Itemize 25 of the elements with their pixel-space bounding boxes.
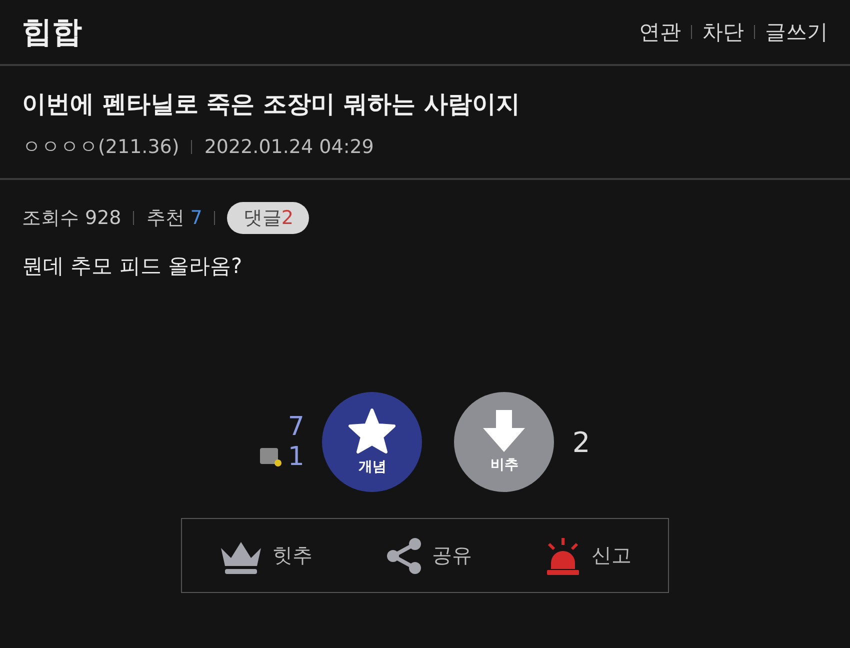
share-icon [386, 536, 422, 574]
header-link[interactable]: 글쓰기 [765, 18, 828, 46]
upvote-count: 7 [288, 412, 304, 442]
header-link[interactable]: 차단 [702, 18, 744, 46]
upvote-button[interactable]: 개념 [322, 392, 422, 492]
member-upvote-count: 1 [288, 442, 304, 472]
member-icon [260, 447, 282, 467]
header-link[interactable]: 연관 [639, 18, 681, 46]
post-date: 2022.01.24 04:29 [204, 136, 374, 158]
post-body: 뭔데 추모 피드 올라옴? [22, 253, 244, 280]
recommend-label: 추천 [146, 206, 184, 231]
views-label: 조회수 [22, 206, 79, 231]
views-count: 928 [85, 207, 122, 229]
siren-icon [545, 536, 582, 574]
down-arrow-icon [483, 410, 526, 452]
hit-button[interactable]: 힛추 [212, 536, 319, 574]
report-button[interactable]: 신고 [539, 536, 638, 576]
post-title: 이번에 펜타닐로 죽은 조장미 뭐하는 사람이지 [22, 89, 521, 120]
comments-link[interactable]: 댓글2 [227, 202, 310, 234]
board-title: 힙합 [22, 14, 82, 52]
share-button[interactable]: 공유 [380, 536, 478, 576]
star-icon [348, 408, 396, 454]
downvote-count: 2 [572, 426, 590, 458]
recommend-count: 7 [190, 207, 202, 229]
author-name: ㅇㅇㅇㅇ(211.36) [22, 135, 180, 160]
